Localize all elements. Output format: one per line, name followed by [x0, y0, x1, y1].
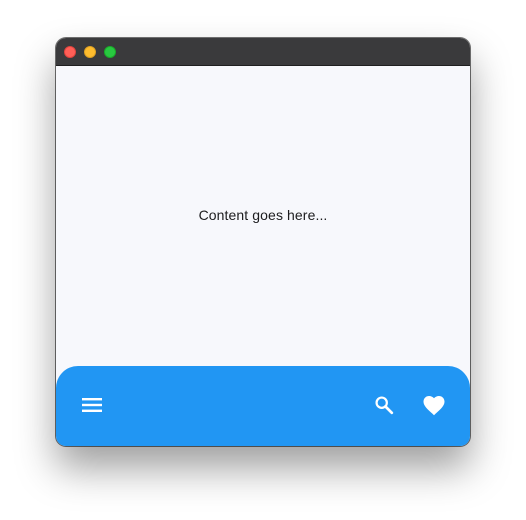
zoom-window-button[interactable]	[104, 46, 116, 58]
app-window: Content goes here...	[56, 38, 470, 446]
main-content: Content goes here...	[56, 66, 470, 366]
bottom-app-bar	[56, 366, 470, 446]
menu-icon	[82, 398, 102, 412]
favorite-icon	[423, 396, 445, 416]
search-button[interactable]	[368, 389, 400, 421]
minimize-window-button[interactable]	[84, 46, 96, 58]
favorite-button[interactable]	[418, 389, 450, 421]
close-window-button[interactable]	[64, 46, 76, 58]
title-bar[interactable]	[56, 38, 470, 66]
search-icon	[375, 396, 394, 415]
content-placeholder-text: Content goes here...	[198, 207, 328, 223]
menu-button[interactable]	[76, 389, 108, 421]
